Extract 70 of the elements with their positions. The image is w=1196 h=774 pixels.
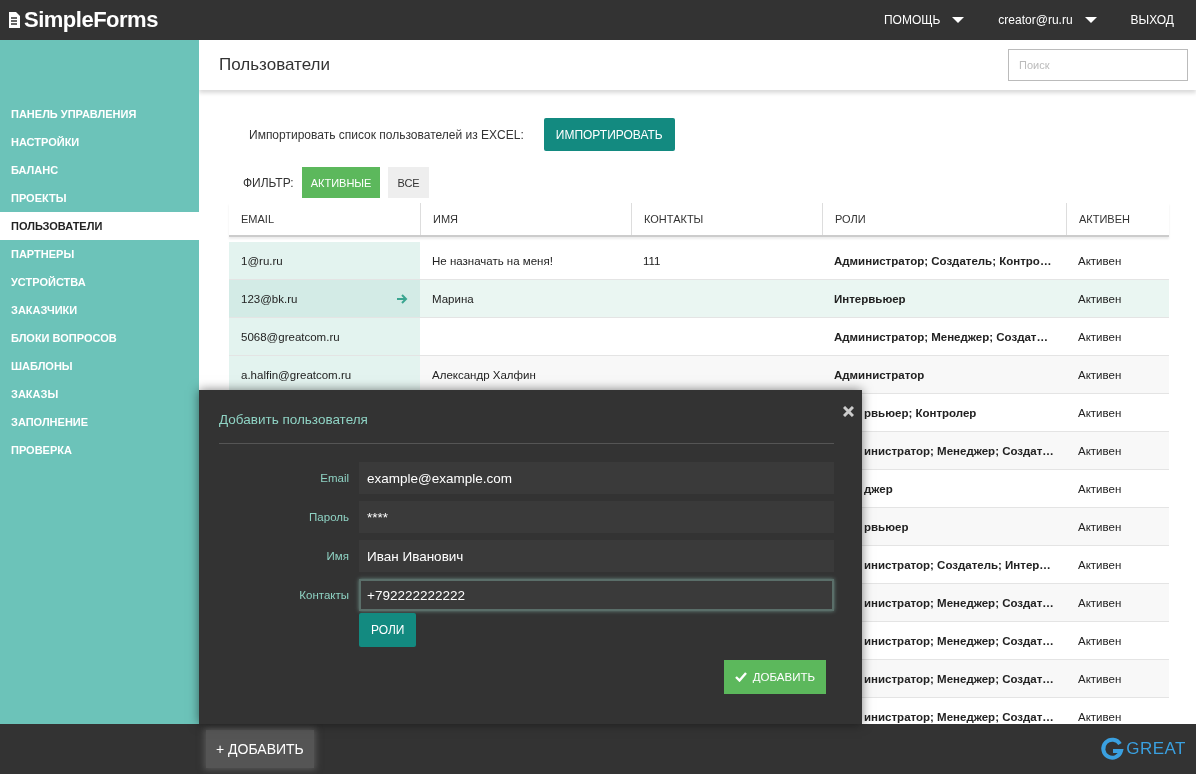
column-header[interactable]: EMAIL <box>229 203 420 235</box>
roles-text: инистратор; Создатель; Интер… <box>864 558 1051 571</box>
status-cell-text: Активен <box>1077 595 1123 611</box>
dialog-title: Добавить пользователя <box>219 412 368 427</box>
nav-link[interactable]: ВЫХОД <box>1130 13 1174 27</box>
status-cell-text: Активен <box>1077 709 1123 724</box>
roles-text: рвьюер; Контролер <box>864 406 977 419</box>
arrow-icon <box>397 293 408 304</box>
field-label: Email <box>319 472 349 484</box>
import-button[interactable]: ИМПОРТИРОВАТЬ <box>543 118 675 151</box>
status-cell-text: Активен <box>1077 329 1123 345</box>
input-field[interactable]: Иван Иванович <box>359 540 834 572</box>
nav-link[interactable]: ПОМОЩЬ <box>883 13 965 27</box>
roles-text: инистратор; Менеджер; Создат… <box>864 634 1054 647</box>
table-row[interactable]: 1@ru.ru Не назначать на меня! 111 Администратор; Создатель; Контро… Активен <box>229 242 1169 280</box>
field-label: Контакты <box>298 589 349 601</box>
input-field[interactable]: **** <box>359 501 834 533</box>
email-cell: 123@bk.ru <box>229 280 420 317</box>
search-field[interactable]: Поиск <box>1008 49 1188 81</box>
document-icon <box>8 12 20 28</box>
roles-cell-text: Администратор; Создатель; Контро… <box>833 253 1053 269</box>
import-label: Импортировать список пользователей из EXCEL: <box>249 127 524 142</box>
sidebar-item[interactable]: ПОЛЬЗОВАТЕЛИ <box>0 212 199 240</box>
nav-link[interactable]: creator@ru.ru <box>998 13 1097 27</box>
filter-button[interactable]: ВСЕ <box>388 167 429 198</box>
status-cell-text: Активен <box>1077 367 1123 383</box>
column-header[interactable]: ИМЯ <box>420 203 631 235</box>
table-row[interactable]: 123@bk.ru Марина Интервьюер Активен <box>229 280 1169 318</box>
add-button[interactable]: + ДОБАВИТЬ <box>206 730 314 768</box>
brand-icon <box>1100 737 1125 761</box>
status-cell-text: Активен <box>1077 253 1123 269</box>
table-cell-text: Александр Халфин <box>431 367 537 383</box>
table-cell-text: Не назначать на меня! <box>431 253 554 269</box>
roles-text: джер <box>864 482 893 495</box>
input-field[interactable]: example@example.com <box>359 462 834 494</box>
roles-button[interactable]: РОЛИ <box>359 613 417 647</box>
field-label: Пароль <box>308 511 349 523</box>
table-row[interactable]: 5068@greatcom.ru Администратор; Менеджер; Создат… Активен <box>229 318 1169 356</box>
email-cell: 1@ru.ru <box>229 242 420 279</box>
email-cell: 5068@greatcom.ru <box>229 318 420 355</box>
table-cell-text: 111 <box>642 253 662 269</box>
field-label: Имя <box>325 550 349 562</box>
brand-logo: GREAT <box>1100 737 1186 761</box>
column-header[interactable]: РОЛИ <box>822 203 1066 235</box>
table-cell-text: Марина <box>431 291 475 307</box>
input-field[interactable]: +792222222222 <box>359 579 834 611</box>
status-cell-text: Активен <box>1077 519 1123 535</box>
status-cell-text: Активен <box>1077 633 1123 649</box>
column-header[interactable]: АКТИВЕН <box>1066 203 1169 235</box>
roles-cell-text: Администратор; Менеджер; Создат… <box>833 329 1049 345</box>
roles-text: рвьюер <box>864 520 909 533</box>
roles-cell-text: Интервьюер <box>833 291 907 307</box>
status-cell-text: Активен <box>1077 481 1123 497</box>
table-row[interactable]: a.halfin@greatcom.ru Александр Халфин Администратор Активен <box>229 356 1169 394</box>
column-header[interactable]: КОНТАКТЫ <box>631 203 822 235</box>
app-logo[interactable]: SimpleForms <box>8 7 158 33</box>
status-cell-text: Активен <box>1077 291 1123 307</box>
status-cell-text: Активен <box>1077 405 1123 421</box>
roles-text: инистратор; Менеджер; Создат… <box>864 596 1054 609</box>
status-cell-text: Активен <box>1077 443 1123 459</box>
close-icon <box>843 406 854 417</box>
roles-text: инистратор; Менеджер; Создат… <box>864 672 1054 685</box>
roles-cell-text: Администратор <box>833 367 926 383</box>
roles-text: инистратор; Менеджер; Создат… <box>864 710 1054 723</box>
roles-text: инистратор; Менеджер; Создат… <box>864 444 1054 457</box>
status-cell-text: Активен <box>1077 671 1123 687</box>
filter-label: ФИЛЬТР: <box>243 175 294 190</box>
check-icon <box>734 672 747 682</box>
page-title: Пользователи <box>219 55 330 75</box>
status-cell-text: Активен <box>1077 557 1123 573</box>
